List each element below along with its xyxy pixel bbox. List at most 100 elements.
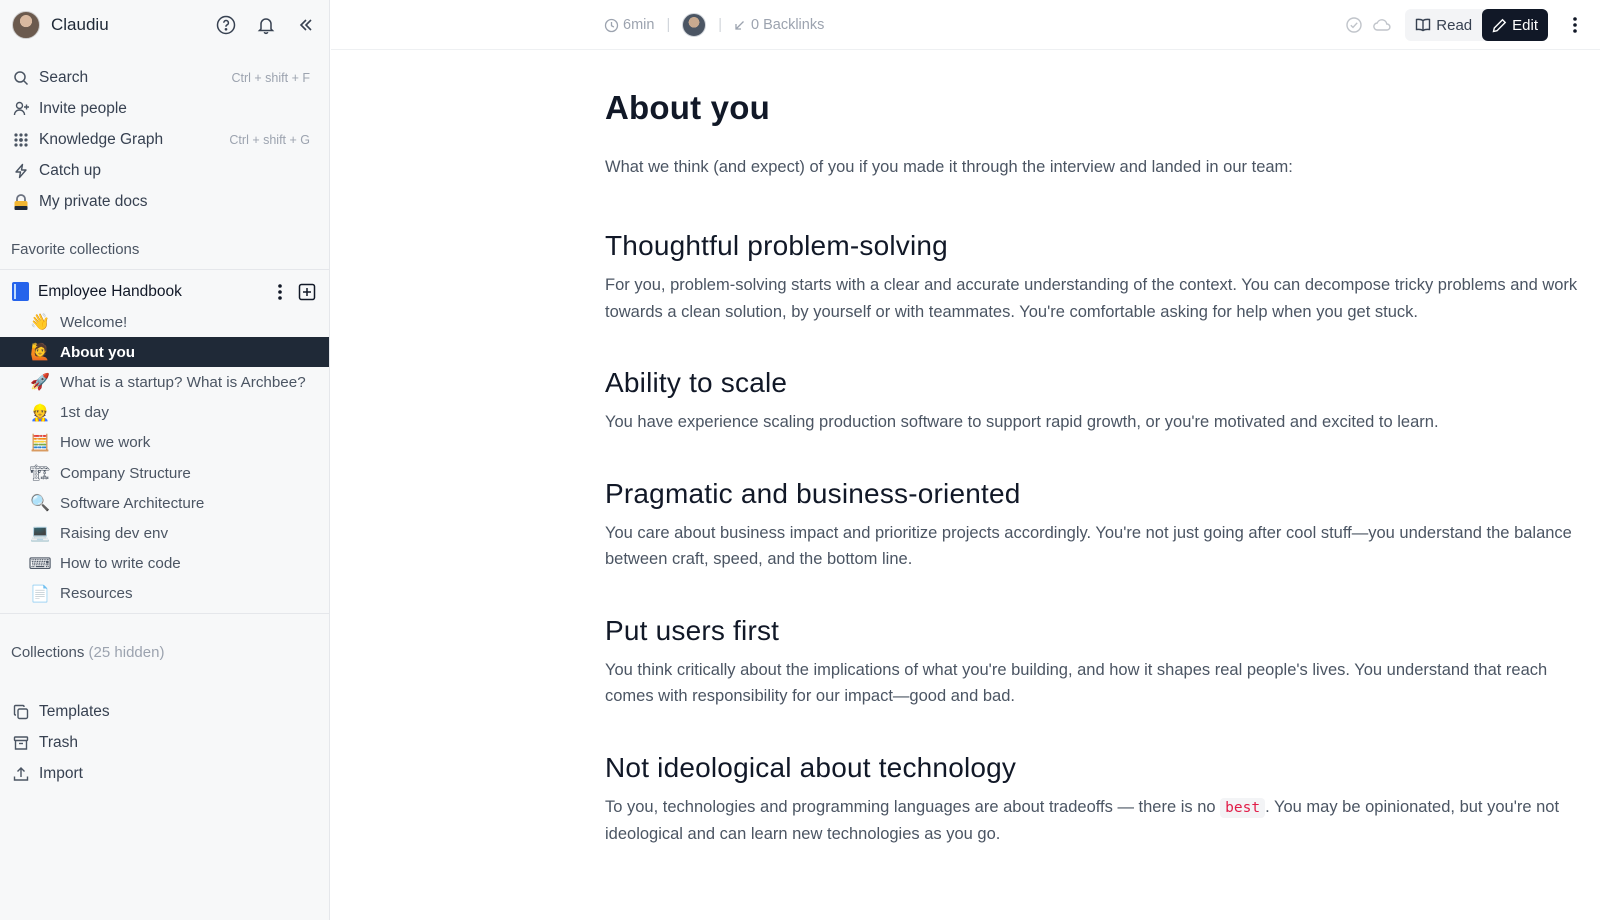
collapse-sidebar-icon[interactable] <box>295 14 317 36</box>
favorite-collections-heading: Favorite collections <box>11 241 140 258</box>
nav-trash[interactable]: Trash <box>0 728 329 759</box>
collection-name: Employee Handbook <box>38 282 182 300</box>
document-body[interactable]: About you What we think (and expect) of … <box>605 50 1585 848</box>
doc-item-what-is-a-startup[interactable]: 🚀 What is a startup? What is Archbee? <box>0 367 329 397</box>
document-title[interactable]: About you <box>605 88 1585 128</box>
more-vertical-icon[interactable] <box>271 281 289 303</box>
help-icon[interactable] <box>215 14 237 36</box>
pencil-icon <box>1492 18 1507 32</box>
doc-item-company-structure[interactable]: 🏗 Company Structure <box>0 458 329 488</box>
lightning-icon <box>12 162 30 180</box>
intro-paragraph[interactable]: What we think (and expect) of you if you… <box>605 154 1585 180</box>
section-ability-to-scale: Ability to scale You have experience sca… <box>605 365 1585 436</box>
shortcut-hint: Ctrl + shift + F <box>231 70 311 85</box>
section-paragraph[interactable]: You care about business impact and prior… <box>605 520 1585 573</box>
nav-item-label: Templates <box>39 703 110 721</box>
section-heading[interactable]: Pragmatic and business-oriented <box>605 476 1585 512</box>
user-avatar[interactable] <box>12 11 40 39</box>
doc-item-label: 1st day <box>60 404 109 422</box>
sidebar: Claudiu Search Ctrl + shift + F Invite p… <box>0 0 330 920</box>
document-meta: 6min | | 0 Backlinks <box>604 0 824 50</box>
nav-item-label: Trash <box>39 734 79 752</box>
paragraph-text: To you, technologies and programming lan… <box>605 797 1221 816</box>
collection-employee-handbook[interactable]: Employee Handbook <box>0 276 329 307</box>
rocket-icon: 🚀 <box>30 374 50 392</box>
doc-item-first-day[interactable]: 👷 1st day <box>0 398 329 428</box>
clock-icon <box>604 18 619 33</box>
graph-icon <box>12 131 30 149</box>
backlink-arrow-icon <box>734 20 745 31</box>
nav-catch-up[interactable]: Catch up <box>0 155 329 186</box>
doc-item-about-you[interactable]: 🙋 About you <box>0 337 329 368</box>
building-construction-icon: 🏗 <box>29 465 51 483</box>
book-open-icon <box>1416 18 1431 32</box>
view-mode-toggle: Read Edit <box>1405 9 1548 41</box>
upload-icon <box>12 765 30 783</box>
read-time: 6min <box>623 17 655 33</box>
doc-item-how-to-write-code[interactable]: ⌨ How to write code <box>0 549 329 579</box>
section-paragraph[interactable]: To you, technologies and programming lan… <box>605 794 1585 848</box>
separator: | <box>718 17 722 33</box>
nav-knowledge-graph[interactable]: Knowledge Graph Ctrl + shift + G <box>0 124 329 155</box>
invite-user-icon <box>12 100 30 118</box>
sidebar-nav: Search Ctrl + shift + F Invite people Kn… <box>0 50 329 217</box>
author-avatar[interactable] <box>682 13 707 37</box>
inline-code: best <box>1220 797 1266 818</box>
waving-hand-icon: 👋 <box>30 314 50 332</box>
hidden-collections-count: (25 hidden) <box>88 643 165 661</box>
section-heading[interactable]: Put users first <box>605 613 1585 649</box>
section-paragraph[interactable]: You think critically about the implicati… <box>605 657 1585 710</box>
doc-item-software-architecture[interactable]: 🔍 Software Architecture <box>0 488 329 518</box>
bell-icon[interactable] <box>255 14 277 36</box>
doc-item-welcome[interactable]: 👋 Welcome! <box>0 307 329 337</box>
read-label: Read <box>1436 16 1473 34</box>
doc-item-raising-dev-env[interactable]: 💻 Raising dev env <box>0 518 329 548</box>
doc-item-label: How we work <box>60 434 151 452</box>
cloud-icon[interactable] <box>1371 14 1393 36</box>
nav-invite-people[interactable]: Invite people <box>0 93 329 124</box>
doc-item-how-we-work[interactable]: 🧮 How we work <box>0 428 329 458</box>
collections-heading[interactable]: Collections (25 hidden) <box>0 644 329 661</box>
archive-icon <box>12 734 30 752</box>
read-mode-button[interactable]: Read <box>1405 9 1482 41</box>
section-pragmatic: Pragmatic and business-oriented You care… <box>605 476 1585 573</box>
doc-item-label: Raising dev env <box>60 524 169 542</box>
backlinks-link[interactable]: 0 Backlinks <box>751 17 824 33</box>
section-paragraph[interactable]: For you, problem-solving starts with a c… <box>605 272 1585 325</box>
more-options-icon[interactable] <box>1564 9 1586 41</box>
nav-private-docs[interactable]: My private docs <box>0 186 329 217</box>
check-circle-icon[interactable] <box>1343 14 1365 36</box>
nav-item-label: Catch up <box>39 161 102 179</box>
nav-templates[interactable]: Templates <box>0 697 329 728</box>
section-not-ideological: Not ideological about technology To you,… <box>605 750 1585 848</box>
edit-mode-button[interactable]: Edit <box>1482 9 1548 41</box>
laptop-icon: 💻 <box>30 525 50 543</box>
doc-item-label: Software Architecture <box>60 494 205 512</box>
edit-label: Edit <box>1512 16 1538 34</box>
sidebar-header: Claudiu <box>0 0 329 50</box>
doc-item-label: What is a startup? What is Archbee? <box>60 373 306 391</box>
abacus-icon: 🧮 <box>30 434 50 452</box>
section-thoughtful-problem-solving: Thoughtful problem-solving For you, prob… <box>605 228 1585 325</box>
doc-item-resources[interactable]: 📄 Resources <box>0 579 329 609</box>
doc-item-label: How to write code <box>60 555 181 573</box>
search-icon <box>12 69 30 87</box>
add-doc-icon[interactable] <box>297 281 317 303</box>
nav-search[interactable]: Search Ctrl + shift + F <box>0 62 329 93</box>
section-heading[interactable]: Not ideological about technology <box>605 750 1585 786</box>
main-content: 6min | | 0 Backlinks Read Edit About you… <box>331 0 1600 920</box>
sidebar-bottom-nav: Templates Trash Import <box>0 661 329 790</box>
section-heading[interactable]: Thoughtful problem-solving <box>605 228 1585 264</box>
collections-title: Collections <box>11 643 85 661</box>
book-icon <box>12 282 29 301</box>
user-name[interactable]: Claudiu <box>51 15 197 35</box>
divider <box>0 269 329 270</box>
section-paragraph[interactable]: You have experience scaling production s… <box>605 409 1585 436</box>
nav-import[interactable]: Import <box>0 759 329 790</box>
section-heading[interactable]: Ability to scale <box>605 365 1585 401</box>
nav-item-label: My private docs <box>39 192 148 210</box>
construction-worker-icon: 👷 <box>30 404 50 422</box>
copy-icon <box>12 703 30 721</box>
nav-item-label: Knowledge Graph <box>39 130 164 148</box>
divider <box>0 612 329 614</box>
